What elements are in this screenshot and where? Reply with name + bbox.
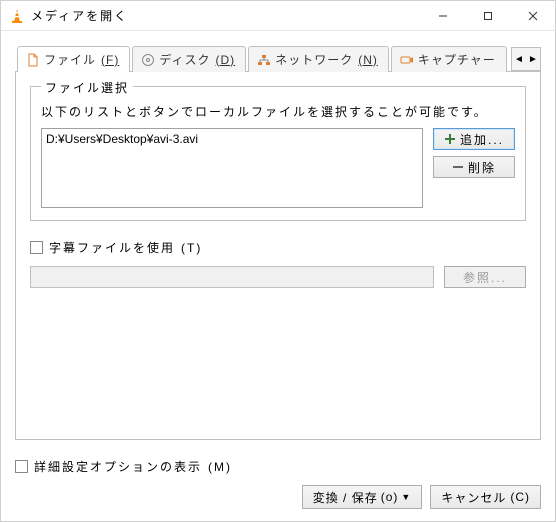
tab-disc-mnemonic: (D) — [216, 53, 236, 67]
network-icon — [257, 53, 271, 67]
open-media-window: メディアを開く ファイル (F) ディスク — [0, 0, 556, 522]
remove-button-label: 削除 — [468, 159, 496, 176]
advanced-options-checkbox[interactable] — [15, 460, 28, 473]
plus-icon — [444, 133, 456, 145]
file-item[interactable]: D:¥Users¥Desktop¥avi-3.avi — [44, 131, 420, 147]
subtitle-browse-button: 参照... — [444, 266, 526, 288]
minimize-button[interactable] — [420, 1, 465, 30]
remove-button[interactable]: 削除 — [433, 156, 515, 178]
use-subtitle-mnemonic: (T) — [181, 241, 202, 255]
convert-save-button[interactable]: 変換 / 保存 (o) ▼ — [302, 485, 423, 509]
add-button[interactable]: 追加... — [433, 128, 515, 150]
cancel-button[interactable]: キャンセル (C) — [430, 485, 541, 509]
tab-file-mnemonic: (F) — [101, 53, 119, 67]
tab-network-label: ネットワーク — [275, 51, 353, 68]
capture-icon — [400, 53, 414, 67]
dialog-body: ファイル (F) ディスク (D) ネットワーク (N) — [1, 31, 555, 450]
add-button-label: 追加... — [460, 131, 504, 148]
tab-panel-file: ファイル選択 以下のリストとボタンでローカルファイルを選択することが可能です。 … — [15, 71, 541, 440]
tab-scroll-buttons: ◄ ► — [511, 47, 541, 71]
tab-file-label: ファイル — [44, 51, 96, 68]
file-selection-legend: ファイル選択 — [41, 79, 133, 96]
tab-capture[interactable]: キャプチャー — [391, 46, 507, 72]
dropdown-arrow-icon: ▼ — [401, 492, 411, 502]
dialog-footer: 詳細設定オプションの表示 (M) 変換 / 保存 (o) ▼ キャンセル (C) — [1, 450, 555, 521]
advanced-options-row: 詳細設定オプションの表示 (M) — [15, 458, 541, 475]
tab-capture-label: キャプチャー — [418, 51, 496, 68]
convert-save-mnemonic: (o) — [381, 490, 399, 504]
tab-strip: ファイル (F) ディスク (D) ネットワーク (N) — [15, 45, 541, 71]
use-subtitle-checkbox[interactable] — [30, 241, 43, 254]
tab-network[interactable]: ネットワーク (N) — [248, 46, 389, 72]
subtitle-browse-label: 参照... — [463, 269, 507, 286]
file-selection-instruction: 以下のリストとボタンでローカルファイルを選択することが可能です。 — [41, 103, 515, 120]
use-subtitle-label: 字幕ファイルを使用 — [49, 239, 175, 256]
window-buttons — [420, 1, 555, 30]
file-icon — [26, 53, 40, 67]
use-subtitle-row: 字幕ファイルを使用 (T) — [30, 239, 526, 256]
vlc-cone-icon — [9, 8, 25, 24]
cancel-label: キャンセル — [441, 489, 506, 506]
cancel-mnemonic: (C) — [510, 490, 530, 504]
disc-icon — [141, 53, 155, 67]
advanced-options-label: 詳細設定オプションの表示 — [34, 458, 202, 475]
tab-scroll-left[interactable]: ◄ — [512, 48, 526, 70]
file-list[interactable]: D:¥Users¥Desktop¥avi-3.avi — [41, 128, 423, 208]
tab-disc[interactable]: ディスク (D) — [132, 46, 246, 72]
tab-scroll-right[interactable]: ► — [526, 48, 540, 70]
file-selection-group: ファイル選択 以下のリストとボタンでローカルファイルを選択することが可能です。 … — [30, 86, 526, 221]
convert-save-label: 変換 / 保存 — [313, 489, 378, 506]
titlebar: メディアを開く — [1, 1, 555, 31]
tab-disc-label: ディスク — [159, 51, 210, 68]
minus-icon — [452, 161, 464, 173]
subtitle-path-input — [30, 266, 434, 288]
advanced-options-mnemonic: (M) — [208, 460, 232, 474]
tab-file[interactable]: ファイル (F) — [17, 46, 130, 72]
window-title: メディアを開く — [31, 7, 420, 24]
maximize-button[interactable] — [465, 1, 510, 30]
close-button[interactable] — [510, 1, 555, 30]
tab-network-mnemonic: (N) — [358, 53, 378, 67]
